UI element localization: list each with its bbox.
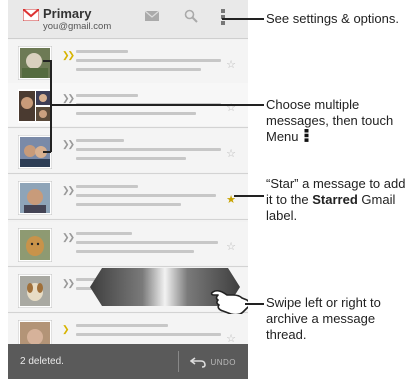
folder-title[interactable]: Primary — [43, 6, 91, 21]
undo-bar: 2 deleted. UNDO — [8, 344, 248, 379]
avatar[interactable] — [18, 228, 52, 262]
importance-marker-icon: ❯❯ — [62, 278, 75, 288]
undo-icon — [190, 357, 207, 368]
importance-marker-icon: ❯❯ — [62, 93, 75, 103]
callout-settings: See settings & options. — [266, 11, 399, 26]
importance-marker-icon: ❯❯ — [62, 185, 75, 195]
avatar[interactable] — [18, 89, 52, 123]
callout-line-star — [234, 195, 264, 197]
starred-label: Starred — [312, 192, 358, 207]
undo-button[interactable]: UNDO — [190, 352, 236, 372]
star-icon[interactable]: ☆ — [226, 58, 236, 71]
message-row[interactable]: ❯❯ ★ — [8, 175, 248, 220]
message-row[interactable]: ❯❯ ☆ — [8, 222, 248, 267]
callout-star: “Star” a message to add it to the Starre… — [266, 176, 406, 224]
callout-line-multi-select — [50, 104, 264, 106]
gmail-logo-icon — [23, 9, 39, 21]
importance-marker-icon: ❯❯ — [62, 232, 75, 242]
avatar[interactable] — [18, 274, 52, 308]
callout-multi-select-text: Choose multiple messages, then touch Men… — [266, 97, 394, 144]
star-icon[interactable]: ☆ — [226, 101, 236, 114]
callout-line-multi-select-bottom — [43, 151, 51, 153]
menu-icon — [304, 129, 309, 142]
importance-marker-icon: ❯❯ — [62, 139, 75, 149]
avatar[interactable] — [18, 181, 52, 215]
callout-line-settings — [222, 18, 264, 20]
importance-marker-icon: ❯ — [62, 324, 69, 334]
search-icon[interactable] — [184, 9, 198, 23]
account-email: you@gmail.com — [43, 21, 112, 32]
callout-line-multi-select-vertical — [50, 60, 52, 152]
compose-icon[interactable] — [144, 9, 160, 23]
callout-multi-select: Choose multiple messages, then touch Men… — [266, 97, 406, 145]
callout-line-multi-select-top — [43, 60, 51, 62]
callout-line-swipe — [245, 303, 264, 305]
avatar[interactable] — [18, 46, 52, 80]
app-header: Primary you@gmail.com — [8, 0, 248, 39]
importance-marker-icon: ❯❯ — [62, 50, 75, 60]
callout-swipe: Swipe left or right to archive a message… — [266, 295, 381, 342]
phone-screen: Primary you@gmail.com ❯❯ ☆ ❯❯ ☆ ❯❯ ☆ ❯❯ … — [8, 0, 248, 379]
star-icon[interactable]: ☆ — [226, 240, 236, 253]
star-icon[interactable]: ☆ — [226, 147, 236, 160]
menu-icon[interactable] — [220, 9, 226, 25]
deleted-status: 2 deleted. — [20, 356, 64, 367]
undo-label: UNDO — [210, 357, 236, 367]
hand-pointer-icon — [210, 289, 248, 316]
